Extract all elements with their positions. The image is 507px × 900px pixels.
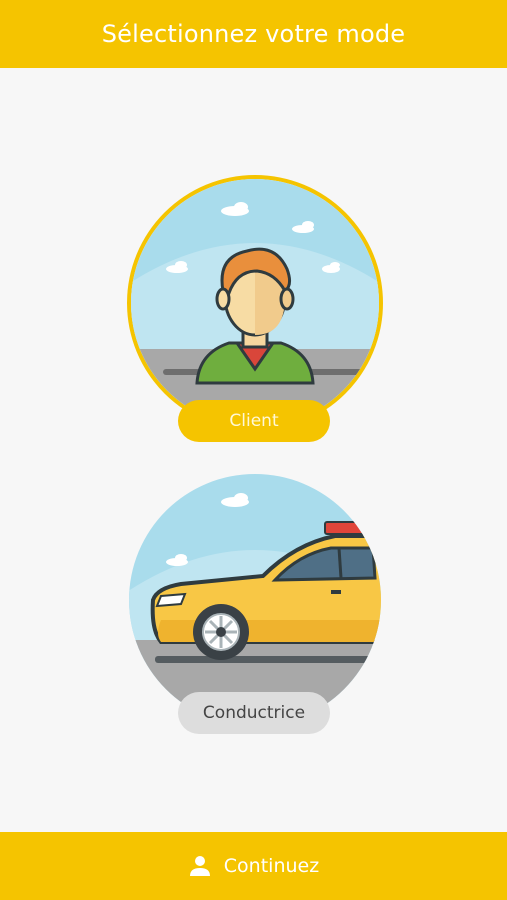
client-avatar-icon xyxy=(127,175,383,431)
mode-option-driver[interactable]: Conductrice xyxy=(125,470,385,735)
mode-option-client[interactable]: Client xyxy=(125,173,385,443)
person-icon xyxy=(189,856,210,876)
mode-label-client[interactable]: Client xyxy=(178,400,330,442)
app-header: Sélectionnez votre mode xyxy=(0,0,507,68)
continue-button[interactable]: Continuez xyxy=(0,832,507,900)
page-title: Sélectionnez votre mode xyxy=(101,20,406,48)
mode-label-driver[interactable]: Conductrice xyxy=(178,692,330,734)
taxi-car-icon xyxy=(129,474,381,726)
continue-button-label: Continuez xyxy=(223,855,320,877)
